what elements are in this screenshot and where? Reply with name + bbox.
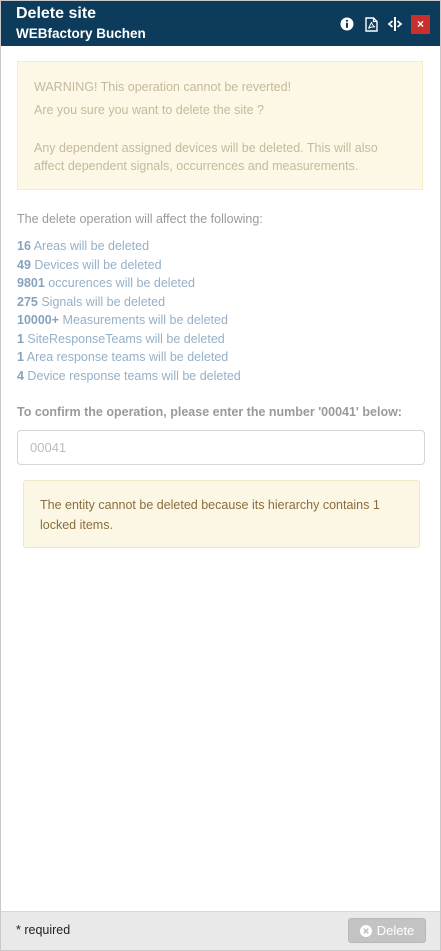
list-item: 275 Signals will be deleted — [17, 295, 241, 314]
required-note: * required — [16, 923, 71, 937]
close-circle-icon — [359, 924, 372, 937]
list-item: 16 Areas will be deleted — [17, 239, 241, 258]
warning-box: WARNING! This operation cannot be revert… — [17, 61, 423, 190]
item-text: Area response teams will be deleted — [23, 350, 229, 364]
item-text: Signals will be deleted — [37, 294, 166, 309]
item-count: 10000+ — [17, 313, 60, 327]
list-item: 4 Device response teams will be deleted — [17, 369, 241, 388]
item-text: Areas will be deleted — [30, 239, 150, 253]
locked-items-alert: The entity cannot be deleted because its… — [23, 480, 420, 548]
item-text: Device response teams will be deleted — [23, 368, 241, 383]
header-actions: × — [333, 14, 430, 34]
item-count: 4 — [17, 368, 24, 383]
item-text: Measurements will be deleted — [59, 313, 228, 327]
affect-list: 16 Areas will be deleted 49 Devices will… — [17, 239, 241, 387]
confirm-label: To confirm the operation, please enter t… — [17, 405, 402, 419]
close-button[interactable]: × — [411, 14, 430, 34]
confirm-number-input[interactable] — [17, 430, 425, 465]
delete-label: Delete — [376, 923, 415, 938]
item-text: SiteResponseTeams will be deleted — [23, 331, 225, 346]
dialog-subtitle: WEBfactory Buchen — [16, 26, 146, 41]
list-item: 1 SiteResponseTeams will be deleted — [17, 332, 241, 351]
close-icon: × — [416, 17, 424, 31]
list-item: 9801 occurences will be deleted — [17, 276, 241, 295]
item-count: 275 — [17, 294, 38, 309]
list-item: 49 Devices will be deleted — [17, 258, 241, 277]
list-item: 10000+ Measurements will be deleted — [17, 313, 241, 332]
item-count: 16 — [17, 239, 31, 253]
warning-line-2: Are you sure you want to delete the site… — [34, 103, 264, 117]
dialog-header: Delete site WEBfactory Buchen × — [1, 1, 440, 46]
delete-button[interactable]: Delete — [348, 918, 426, 943]
affect-title: The delete operation will affect the fol… — [17, 212, 263, 226]
resize-icon[interactable] — [385, 14, 405, 34]
info-icon[interactable] — [337, 14, 357, 34]
warning-line-1: WARNING! This operation cannot be revert… — [34, 80, 292, 94]
item-text: Devices will be deleted — [30, 257, 162, 272]
item-count: 1 — [17, 331, 24, 346]
item-count: 9801 — [17, 276, 45, 290]
pdf-icon[interactable] — [361, 14, 381, 34]
item-count: 49 — [17, 257, 31, 272]
delete-site-dialog: Delete site WEBfactory Buchen × WARNING!… — [0, 0, 441, 951]
dialog-title: Delete site — [16, 5, 97, 22]
item-text: occurences will be deleted — [44, 276, 195, 290]
dialog-footer: * required Delete — [1, 911, 440, 950]
warning-line-3: Any dependent assigned devices will be d… — [34, 141, 378, 173]
list-item: 1 Area response teams will be deleted — [17, 350, 241, 369]
item-count: 1 — [17, 350, 24, 364]
